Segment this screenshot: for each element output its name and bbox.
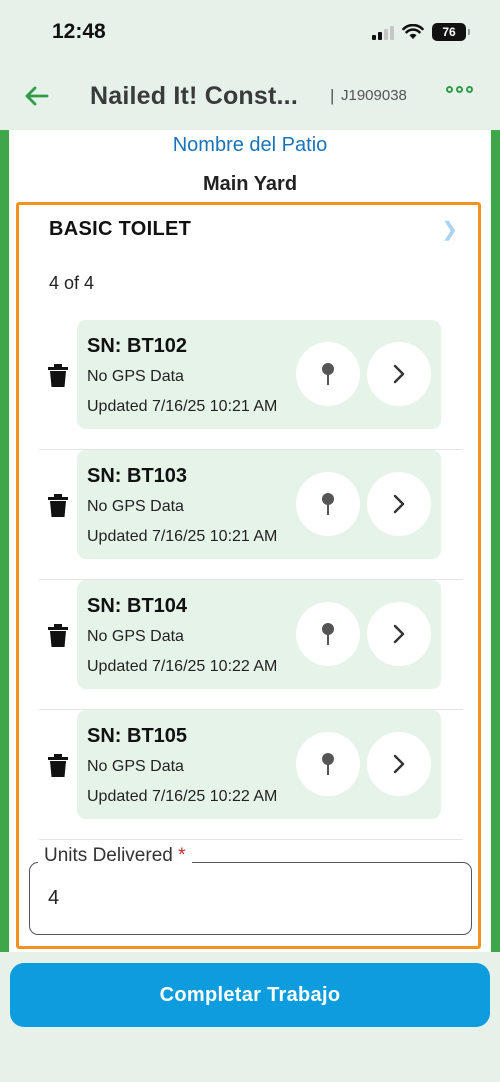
status-time: 12:48 xyxy=(52,20,106,43)
unit-card[interactable]: SN: BT102 No GPS Data Updated 7/16/25 10… xyxy=(77,320,441,429)
cellular-signal-icon xyxy=(372,24,394,40)
item-section: BASIC TOILET ❯ 4 of 4 SN: BT102 No GPS D… xyxy=(16,202,481,949)
bottom-bar: Completar Trabajo xyxy=(0,952,500,1082)
unit-card[interactable]: SN: BT105 No GPS Data Updated 7/16/25 10… xyxy=(77,710,441,819)
pin-icon xyxy=(322,363,334,385)
chevron-right-icon xyxy=(393,364,405,384)
wifi-icon xyxy=(402,24,424,39)
trash-icon[interactable] xyxy=(47,364,69,388)
back-button[interactable] xyxy=(20,80,52,112)
chevron-right-icon xyxy=(393,754,405,774)
unit-updated: Updated 7/16/25 10:22 AM xyxy=(87,658,278,675)
chevron-right-icon xyxy=(393,494,405,514)
unit-row: SN: BT103 No GPS Data Updated 7/16/25 10… xyxy=(39,450,463,580)
unit-serial: SN: BT103 xyxy=(87,465,188,487)
units-delivered-label: Units Delivered * xyxy=(38,845,192,867)
unit-serial: SN: BT104 xyxy=(87,595,188,617)
unit-serial: SN: BT105 xyxy=(87,725,188,747)
unit-updated: Updated 7/16/25 10:21 AM xyxy=(87,398,278,415)
yard-value: Main Yard xyxy=(202,173,298,195)
unit-gps-status: No GPS Data xyxy=(87,498,184,515)
location-pin-button[interactable] xyxy=(296,732,360,796)
units-delivered-label-text: Units Delivered xyxy=(44,845,173,866)
more-dot-icon xyxy=(466,86,473,93)
more-options-button[interactable] xyxy=(446,86,473,93)
unit-count: 4 of 4 xyxy=(49,273,95,293)
app-header: Nailed It! Const... | J1909038 xyxy=(0,66,500,130)
page-title: Nailed It! Const... xyxy=(90,82,298,110)
more-dot-icon xyxy=(446,86,453,93)
unit-gps-status: No GPS Data xyxy=(87,628,184,645)
status-icons: 76 xyxy=(372,23,470,41)
unit-card[interactable]: SN: BT103 No GPS Data Updated 7/16/25 10… xyxy=(77,450,441,559)
open-unit-button[interactable] xyxy=(367,342,431,406)
more-dot-icon xyxy=(456,86,463,93)
unit-gps-status: No GPS Data xyxy=(87,368,184,385)
back-arrow-icon xyxy=(25,86,49,106)
header-separator: | xyxy=(330,86,335,105)
yard-label: Nombre del Patio xyxy=(172,134,328,156)
required-marker: * xyxy=(178,845,186,866)
unit-updated: Updated 7/16/25 10:22 AM xyxy=(87,788,278,805)
status-bar: 12:48 76 xyxy=(0,0,500,66)
chevron-right-icon xyxy=(393,624,405,644)
location-pin-button[interactable] xyxy=(296,472,360,536)
units-delivered-input[interactable] xyxy=(48,887,428,910)
pin-icon xyxy=(322,623,334,645)
job-id: J1909038 xyxy=(341,87,407,104)
location-pin-button[interactable] xyxy=(296,602,360,666)
trash-icon[interactable] xyxy=(47,494,69,518)
unit-row: SN: BT105 No GPS Data Updated 7/16/25 10… xyxy=(39,710,463,840)
trash-icon[interactable] xyxy=(47,754,69,778)
job-content: Nombre del Patio Main Yard BASIC TOILET … xyxy=(9,130,491,952)
pin-icon xyxy=(322,753,334,775)
pin-icon xyxy=(322,493,334,515)
location-pin-button[interactable] xyxy=(296,342,360,406)
open-unit-button[interactable] xyxy=(367,602,431,666)
open-unit-button[interactable] xyxy=(367,472,431,536)
section-title: BASIC TOILET xyxy=(49,218,192,240)
section-chevron-icon[interactable]: ❯ xyxy=(441,217,458,242)
unit-updated: Updated 7/16/25 10:21 AM xyxy=(87,528,278,545)
open-unit-button[interactable] xyxy=(367,732,431,796)
units-delivered-field[interactable]: Units Delivered * xyxy=(29,845,472,935)
trash-icon[interactable] xyxy=(47,624,69,648)
unit-row: SN: BT104 No GPS Data Updated 7/16/25 10… xyxy=(39,580,463,710)
battery-icon: 76 xyxy=(432,23,470,41)
unit-serial: SN: BT102 xyxy=(87,335,188,357)
complete-job-button[interactable]: Completar Trabajo xyxy=(10,963,490,1027)
unit-row: SN: BT102 No GPS Data Updated 7/16/25 10… xyxy=(39,320,463,450)
unit-gps-status: No GPS Data xyxy=(87,758,184,775)
unit-card[interactable]: SN: BT104 No GPS Data Updated 7/16/25 10… xyxy=(77,580,441,689)
